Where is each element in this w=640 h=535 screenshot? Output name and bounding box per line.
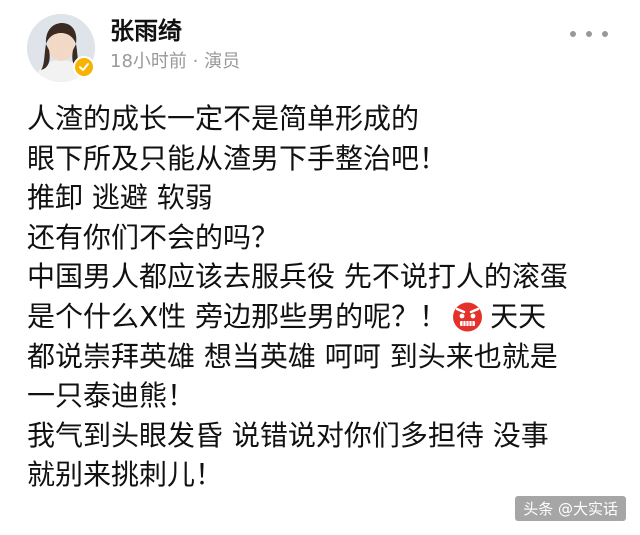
post-body: 人渣的成长一定不是简单形成的 眼下所及只能从渣男下手整治吧！ 推卸 逃避 软弱 …: [27, 99, 627, 495]
more-icon: [570, 31, 608, 37]
post-header: 张雨绮 18小时前 · 演员: [0, 0, 640, 90]
angry-face-icon: [451, 300, 484, 333]
watermark: 头条 @大实话: [515, 496, 626, 521]
post-line-with-emoji: 是个什么X性 旁边那些男的呢？！ 天天: [27, 297, 627, 337]
verified-badge-icon: [73, 56, 95, 78]
post-meta: 18小时前 · 演员: [110, 51, 241, 72]
post-line: 中国男人都应该去服兵役 先不说打人的滚蛋: [27, 260, 568, 294]
post-line: 人渣的成长一定不是简单形成的: [27, 102, 420, 135]
post-line: 眼下所及只能从渣男下手整治吧！: [27, 141, 448, 175]
post-line: 推卸 逃避 软弱: [27, 181, 213, 215]
post-line: 都说崇拜英雄 想当英雄 呵呵 到头来也就是: [27, 339, 558, 373]
more-button[interactable]: [566, 24, 612, 44]
post-line: 还有你们不会的吗？: [27, 220, 280, 254]
post-line-tail: 天天: [490, 299, 547, 333]
author-name[interactable]: 张雨绮: [110, 16, 182, 46]
post-line: 我气到头眼发昏 说错说对你们多担待 没事: [27, 418, 549, 452]
post-line: 一只泰迪熊！: [27, 379, 196, 413]
post-line: 就别来挑刺儿！: [27, 458, 224, 492]
post-line-text: 是个什么X性 旁边那些男的呢？！: [27, 299, 448, 333]
